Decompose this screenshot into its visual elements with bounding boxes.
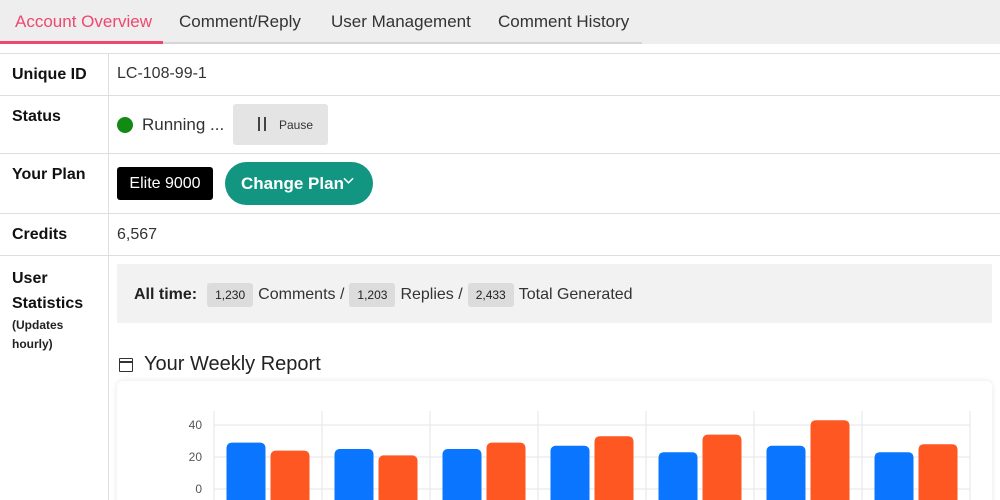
- user-statistics-note: (Updates hourly): [12, 318, 64, 351]
- bar: [702, 434, 742, 500]
- all-time-stats: All time: 1,230 Comments / 1,203 Replies…: [117, 264, 992, 323]
- bar: [810, 420, 850, 500]
- plan-badge: Elite 9000: [117, 167, 213, 200]
- pause-button-label: Pause: [279, 118, 314, 132]
- tab-account-overview[interactable]: Account Overview: [15, 0, 152, 44]
- credits-value: 6,567: [117, 226, 158, 243]
- bar: [874, 452, 914, 500]
- row-divider: [0, 255, 1000, 256]
- tab-comment-history[interactable]: Comment History: [498, 0, 629, 44]
- all-time-stats-line: All time: 1,230 Comments / 1,203 Replies…: [134, 283, 633, 307]
- row-divider: [0, 53, 1000, 54]
- plan-label: Your Plan: [12, 166, 86, 183]
- row-divider: [0, 95, 1000, 96]
- bar: [658, 452, 698, 500]
- weekly-report-chart: 0 20 40: [117, 381, 992, 500]
- bar: [226, 442, 266, 500]
- total-count-badge: 2,433: [467, 283, 514, 307]
- column-divider: [108, 53, 109, 500]
- unique-id-value: LC-108-99-1: [117, 65, 207, 82]
- bar: [334, 449, 374, 500]
- bar: [270, 450, 310, 500]
- unique-id-label: Unique ID: [12, 66, 87, 83]
- all-time-label: All time:: [134, 286, 198, 303]
- bar: [486, 442, 526, 500]
- row-divider: [0, 153, 1000, 154]
- user-statistics-title: User Statistics: [12, 270, 84, 312]
- bar: [766, 445, 806, 500]
- y-tick-label: 40: [189, 418, 203, 432]
- change-plan-button[interactable]: Change Plan: [225, 162, 373, 205]
- chevron-down-icon: [343, 177, 354, 184]
- tab-list: Account Overview Comment/Reply User Mana…: [0, 0, 642, 44]
- tab-user-management[interactable]: User Management: [331, 0, 471, 44]
- replies-count-badge: 1,203: [349, 283, 396, 307]
- status-indicator-icon: [117, 117, 133, 133]
- tab-comment-reply[interactable]: Comment/Reply: [179, 0, 301, 44]
- row-divider: [0, 213, 1000, 214]
- credits-label: Credits: [12, 226, 68, 243]
- active-tab-indicator: [0, 41, 163, 44]
- bar: [918, 444, 958, 500]
- status-label: Status: [12, 108, 61, 125]
- bar: [378, 455, 418, 500]
- comments-label: Comments /: [258, 286, 345, 303]
- total-label: Total Generated: [518, 286, 633, 303]
- weekly-report-title: Your Weekly Report: [144, 353, 321, 375]
- comments-count-badge: 1,230: [207, 283, 254, 307]
- user-statistics-label: User Statistics (Updates hourly): [12, 266, 102, 354]
- replies-label: Replies /: [400, 286, 463, 303]
- bar: [550, 445, 590, 500]
- status-text: Running ...: [142, 115, 225, 134]
- tab-bar: Account Overview Comment/Reply User Mana…: [0, 0, 1000, 44]
- calendar-icon: [119, 358, 133, 372]
- pause-button[interactable]: Pause: [233, 104, 328, 145]
- change-plan-label: Change Plan: [241, 174, 344, 193]
- bar: [442, 449, 482, 500]
- pause-icon: [257, 117, 267, 131]
- weekly-report-chart-svg: 0 20 40: [189, 411, 971, 500]
- bar: [594, 436, 634, 500]
- y-tick-label: 20: [189, 450, 203, 464]
- y-tick-label: 0: [195, 482, 202, 496]
